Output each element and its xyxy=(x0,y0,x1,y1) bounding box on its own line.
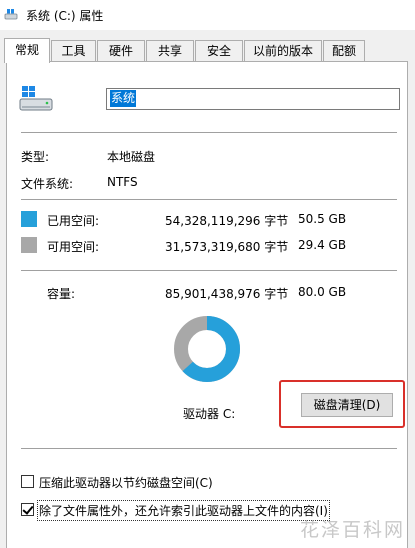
index-checkbox[interactable] xyxy=(21,503,34,516)
free-space-label: 可用空间: xyxy=(47,240,100,254)
drive-letter-label: 驱动器 C: xyxy=(183,407,236,421)
window-title: 系统 (C:) 属性 xyxy=(26,9,104,23)
divider xyxy=(21,448,397,449)
disk-cleanup-button[interactable]: 磁盘清理(D) xyxy=(301,393,393,417)
capacity-size: 80.0 GB xyxy=(298,285,347,299)
windows-drive-icon xyxy=(19,86,53,111)
divider xyxy=(21,270,397,271)
tab-strip: 常规 工具 硬件 共享 安全 以前的版本 配额 xyxy=(0,38,415,63)
free-space-swatch xyxy=(21,237,37,253)
drive-icon xyxy=(4,9,18,20)
used-space-label: 已用空间: xyxy=(47,214,100,228)
watermark: 花泽百科网 xyxy=(299,519,405,541)
capacity-bytes: 85,901,438,976 字节 xyxy=(165,287,289,301)
tab-sharing[interactable]: 共享 xyxy=(146,40,194,62)
drive-name-input[interactable]: 系统 xyxy=(106,88,400,110)
type-label: 类型: xyxy=(21,150,50,164)
capacity-label: 容量: xyxy=(47,287,76,301)
used-space-swatch xyxy=(21,211,37,227)
compress-label[interactable]: 压缩此驱动器以节约磁盘空间(C) xyxy=(39,474,213,491)
divider xyxy=(21,132,397,133)
general-panel: 系统 类型: 本地磁盘 文件系统: NTFS 已用空间: 54,328,119,… xyxy=(6,61,408,548)
drive-name-value: 系统 xyxy=(110,90,137,107)
usage-donut-chart xyxy=(174,316,240,382)
index-label[interactable]: 除了文件属性外，还允许索引此驱动器上文件的内容(I) xyxy=(37,500,330,521)
tab-hardware[interactable]: 硬件 xyxy=(97,40,145,62)
filesystem-value: NTFS xyxy=(107,175,138,189)
tab-quota[interactable]: 配额 xyxy=(323,40,365,62)
tab-security[interactable]: 安全 xyxy=(195,40,243,62)
compress-checkbox[interactable] xyxy=(21,475,34,488)
free-space-size: 29.4 GB xyxy=(298,238,347,252)
tab-tools[interactable]: 工具 xyxy=(51,40,96,62)
title-bar: 系统 (C:) 属性 xyxy=(0,0,415,30)
tab-general[interactable]: 常规 xyxy=(4,38,50,63)
used-space-size: 50.5 GB xyxy=(298,212,347,226)
divider xyxy=(21,199,397,200)
free-space-bytes: 31,573,319,680 字节 xyxy=(165,240,289,254)
used-space-bytes: 54,328,119,296 字节 xyxy=(165,214,289,228)
filesystem-label: 文件系统: xyxy=(21,177,74,191)
tab-previous-versions[interactable]: 以前的版本 xyxy=(244,40,322,62)
type-value: 本地磁盘 xyxy=(107,150,156,164)
